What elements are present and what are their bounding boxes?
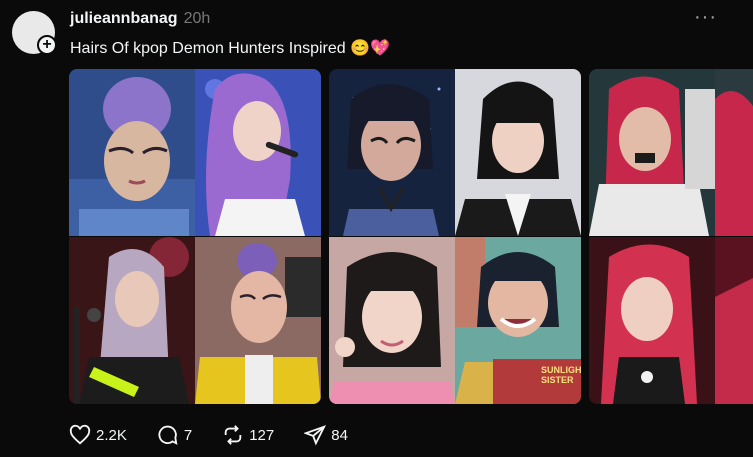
image-animated-magazine: SUNLIGHT SISTER <box>455 237 581 404</box>
image-card-2[interactable]: SUNLIGHT SISTER <box>329 69 581 404</box>
image-singer-braids <box>69 237 195 404</box>
image-red-partial <box>715 237 753 404</box>
avatar[interactable]: + <box>12 11 58 57</box>
share-count: 84 <box>331 426 348 444</box>
comment-button[interactable]: 7 <box>157 424 192 446</box>
like-button[interactable]: 2.2K <box>69 424 127 446</box>
image-card-1[interactable] <box>69 69 321 404</box>
image-animated-yellow-jacket <box>195 237 321 404</box>
like-count: 2.2K <box>96 426 127 444</box>
image-card-3[interactable] <box>589 69 753 404</box>
image-idol-black-bob <box>455 69 581 236</box>
post-actions: 2.2K 7 127 84 <box>69 424 378 446</box>
plus-icon[interactable]: + <box>37 35 57 55</box>
share-icon <box>304 425 327 446</box>
image-red-hair-partial <box>715 69 753 236</box>
image-carousel[interactable]: SUNLIGHT SISTER <box>69 69 753 405</box>
image-singer-purple-hair <box>195 69 321 236</box>
post-header: julieannbanag 20h <box>70 10 210 28</box>
comment-count: 7 <box>183 426 193 444</box>
image-animated-purple-hair <box>69 69 195 236</box>
magazine-title: SUNLIGHT SISTER <box>541 365 581 385</box>
heart-icon <box>69 424 91 445</box>
more-icon[interactable]: ··· <box>694 6 717 29</box>
post-time[interactable]: 20h <box>184 10 211 27</box>
image-idol-red-hair <box>589 237 715 404</box>
image-animated-red-hair <box>589 69 715 236</box>
repost-count: 127 <box>249 426 275 444</box>
image-animated-bob-hair <box>329 69 455 236</box>
repost-button[interactable]: 127 <box>222 424 274 446</box>
comment-icon <box>158 425 178 445</box>
username[interactable]: julieannbanag <box>70 10 178 27</box>
repost-icon <box>224 425 242 445</box>
post-caption: Hairs Of kpop Demon Hunters Inspired 😊💖 <box>70 40 390 57</box>
share-button[interactable]: 84 <box>304 424 348 446</box>
image-idol-heart-pose <box>329 237 455 404</box>
